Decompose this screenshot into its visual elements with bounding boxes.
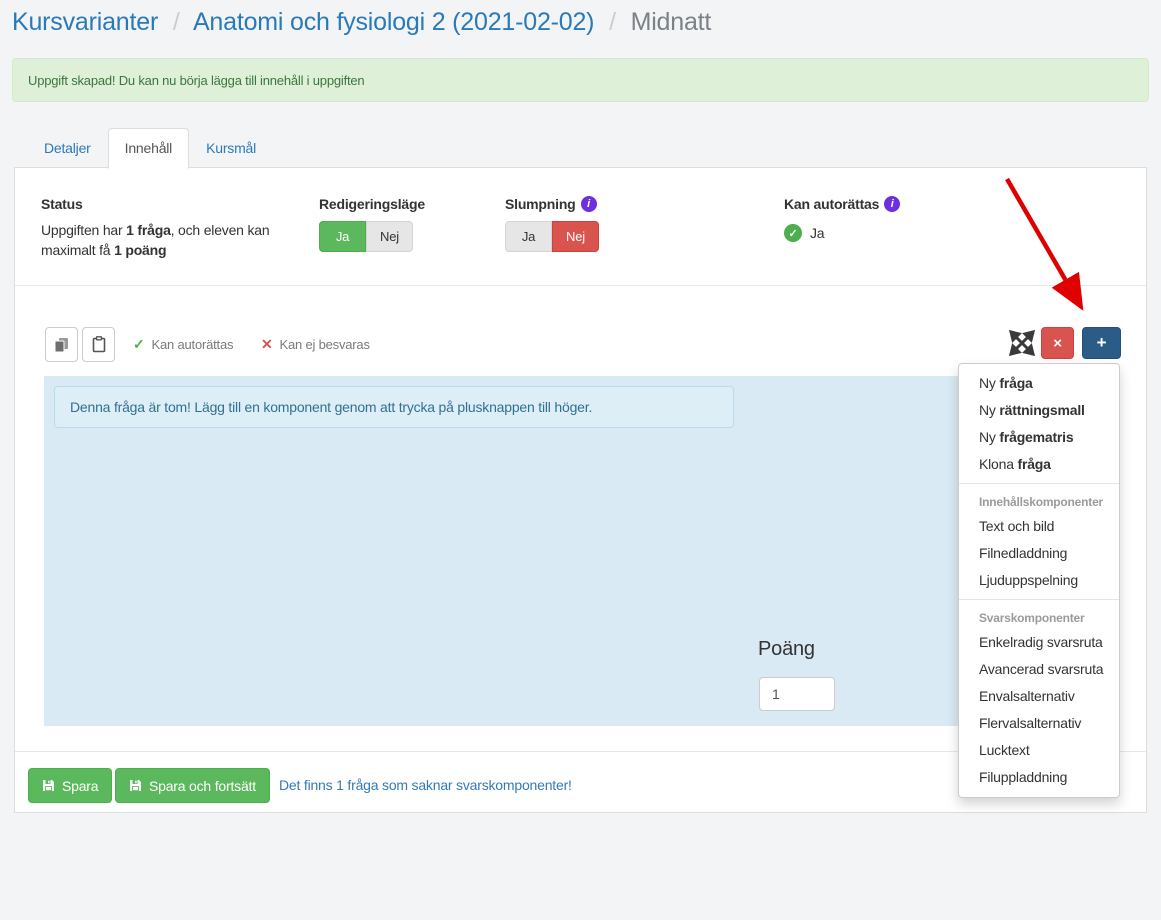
- status-text: Uppgiften har 1 fråga, och eleven kan ma…: [41, 220, 276, 260]
- floppy-icon: [42, 779, 55, 792]
- save-continue-button-label: Spara och fortsätt: [149, 778, 256, 794]
- menu-item-text-bold: fråga: [1018, 456, 1051, 472]
- info-icon[interactable]: i: [581, 196, 597, 212]
- success-alert: Uppgift skapad! Du kan nu börja lägga ti…: [12, 58, 1149, 102]
- autocorrect-heading-text: Kan autorättas: [784, 196, 879, 212]
- menu-item-filnedladdning[interactable]: Filnedladdning: [959, 540, 1119, 567]
- menu-item-ny-fraga[interactable]: Ny fråga: [959, 370, 1119, 397]
- status-heading: Status: [41, 196, 276, 212]
- menu-item-klona-fraga[interactable]: Klona fråga: [959, 451, 1119, 478]
- menu-header-answer-components: Svarskomponenter: [959, 605, 1119, 629]
- expand-arrows-icon: [1009, 330, 1035, 356]
- tab-detaljer[interactable]: Detaljer: [27, 128, 108, 168]
- clipboard-icon: [92, 336, 106, 353]
- randomization-yes[interactable]: Ja: [505, 221, 552, 252]
- cross-icon: ✕: [261, 336, 273, 353]
- copy-icon: [54, 337, 69, 353]
- autocorrect-status-label: Kan autorättas: [152, 337, 234, 352]
- randomization-column: Slumpning i Ja Nej: [505, 196, 599, 252]
- status-text-part: Uppgiften har: [41, 222, 126, 238]
- save-button-label: Spara: [62, 778, 98, 794]
- menu-item-text: Ny: [979, 402, 999, 418]
- menu-divider: [959, 599, 1119, 600]
- menu-item-lucktext[interactable]: Lucktext: [959, 737, 1119, 764]
- menu-item-text-och-bild[interactable]: Text och bild: [959, 513, 1119, 540]
- menu-divider: [959, 483, 1119, 484]
- menu-item-ljuduppspelning[interactable]: Ljuduppspelning: [959, 567, 1119, 594]
- unanswerable-status: ✕ Kan ej besvaras: [261, 336, 370, 353]
- tab-bar: Detaljer Innehåll Kursmål: [27, 128, 273, 168]
- menu-item-enkelradig-svarsruta[interactable]: Enkelradig svarsruta: [959, 629, 1119, 656]
- copy-button[interactable]: [45, 327, 78, 362]
- autocorrect-column: Kan autorättas i ✓ Ja: [784, 196, 900, 242]
- breadcrumb-separator: /: [601, 8, 624, 36]
- randomization-no[interactable]: Nej: [552, 221, 599, 252]
- menu-item-filuppladdning[interactable]: Filuppladdning: [959, 764, 1119, 791]
- menu-item-ny-fragematris[interactable]: Ny frågematris: [959, 424, 1119, 451]
- autocorrect-value-text: Ja: [810, 225, 824, 241]
- settings-section: Status Uppgiften har 1 fråga, och eleven…: [15, 168, 1146, 286]
- tab-kursmal[interactable]: Kursmål: [189, 128, 273, 168]
- menu-item-text: Ny: [979, 429, 999, 445]
- tab-innehall[interactable]: Innehåll: [108, 128, 189, 169]
- missing-components-warning[interactable]: Det finns 1 fråga som saknar svarskompon…: [279, 777, 572, 793]
- randomization-toggle: Ja Nej: [505, 221, 599, 252]
- page: Kursvarianter / Anatomi och fysiologi 2 …: [0, 0, 1161, 920]
- status-column: Status Uppgiften har 1 fråga, och eleven…: [41, 196, 276, 260]
- randomization-heading-text: Slumpning: [505, 196, 576, 212]
- breadcrumb-course[interactable]: Anatomi och fysiologi 2 (2021-02-02): [193, 8, 594, 36]
- randomization-heading: Slumpning i: [505, 196, 599, 212]
- menu-item-text: Ny: [979, 375, 999, 391]
- menu-item-text-bold: fråga: [999, 375, 1032, 391]
- edit-mode-heading: Redigeringsläge: [319, 196, 425, 212]
- add-component-button[interactable]: +: [1082, 327, 1121, 359]
- check-circle-icon: ✓: [784, 224, 802, 242]
- menu-item-text-bold: frågematris: [999, 429, 1073, 445]
- delete-question-button[interactable]: ×: [1041, 327, 1074, 359]
- breadcrumb: Kursvarianter / Anatomi och fysiologi 2 …: [12, 8, 711, 37]
- menu-item-text-bold: rättningsmall: [999, 402, 1084, 418]
- empty-question-note: Denna fråga är tom! Lägg till en kompone…: [54, 386, 734, 428]
- menu-item-text: Klona: [979, 456, 1018, 472]
- close-icon: ×: [1053, 335, 1062, 352]
- menu-item-avancerad-svarsruta[interactable]: Avancerad svarsruta: [959, 656, 1119, 683]
- unanswerable-status-label: Kan ej besvaras: [280, 337, 370, 352]
- save-continue-button[interactable]: Spara och fortsätt: [115, 768, 270, 803]
- edit-mode-toggle: Ja Nej: [319, 221, 413, 252]
- fullscreen-button[interactable]: [1009, 330, 1035, 356]
- autocorrect-heading: Kan autorättas i: [784, 196, 900, 212]
- floppy-icon: [129, 779, 142, 792]
- status-points-max: 1 poäng: [114, 242, 166, 258]
- autocorrect-status: ✓ Kan autorättas: [133, 336, 233, 353]
- status-question-count: 1 fråga: [126, 222, 171, 238]
- check-icon: ✓: [133, 336, 145, 353]
- plus-icon: +: [1097, 333, 1107, 353]
- breadcrumb-kursvarianter[interactable]: Kursvarianter: [12, 8, 158, 36]
- breadcrumb-current: Midnatt: [631, 8, 712, 36]
- edit-mode-column: Redigeringsläge Ja Nej: [319, 196, 425, 252]
- paste-button[interactable]: [82, 327, 115, 362]
- empty-question-text: Denna fråga är tom! Lägg till en kompone…: [70, 399, 592, 415]
- success-alert-text: Uppgift skapad! Du kan nu börja lägga ti…: [28, 73, 364, 88]
- add-component-menu: Ny fråga Ny rättningsmall Ny frågematris…: [958, 363, 1120, 798]
- menu-item-envalsalternativ[interactable]: Envalsalternativ: [959, 683, 1119, 710]
- autocorrect-value: ✓ Ja: [784, 224, 900, 242]
- menu-item-flervalsalternativ[interactable]: Flervalsalternativ: [959, 710, 1119, 737]
- points-label: Poäng: [758, 638, 815, 661]
- points-input[interactable]: [759, 677, 835, 711]
- info-icon[interactable]: i: [884, 196, 900, 212]
- save-button[interactable]: Spara: [28, 768, 112, 803]
- edit-mode-yes[interactable]: Ja: [319, 221, 366, 252]
- menu-item-ny-rattningsmall[interactable]: Ny rättningsmall: [959, 397, 1119, 424]
- edit-mode-no[interactable]: Nej: [366, 221, 413, 252]
- menu-header-content-components: Innehållskomponenter: [959, 489, 1119, 513]
- breadcrumb-separator: /: [165, 8, 188, 36]
